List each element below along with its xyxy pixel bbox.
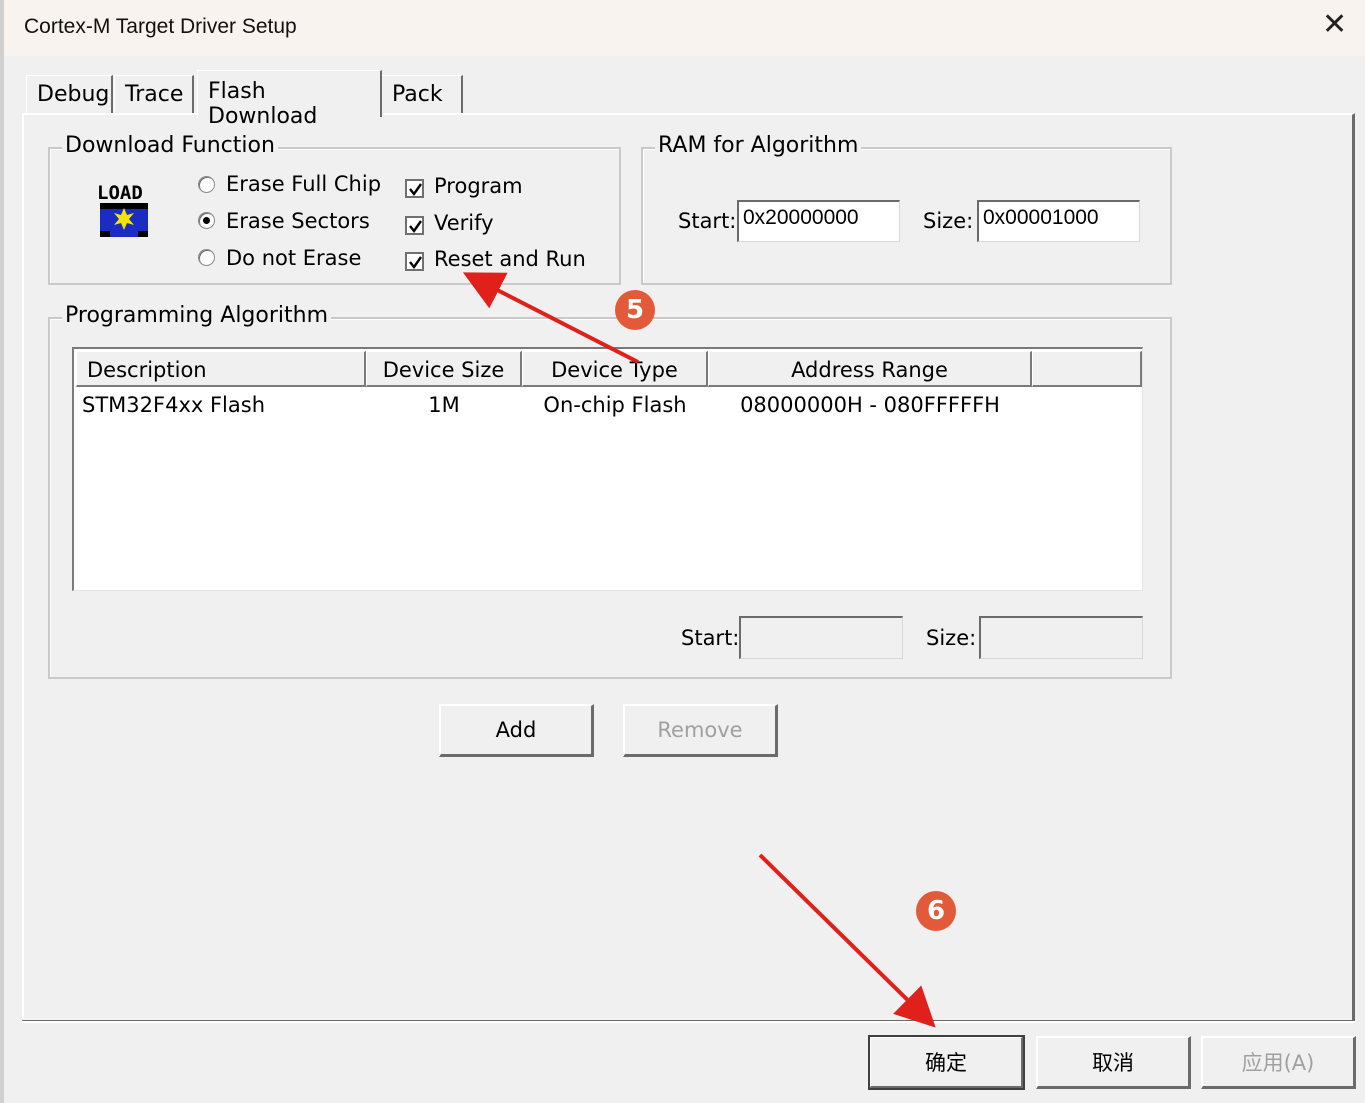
row-address-range: 08000000H - 080FFFFFH: [740, 393, 1000, 417]
radio-selected-dot: [203, 217, 210, 224]
do-not-erase-label[interactable]: Do not Erase: [226, 246, 361, 270]
bottom-separator: [22, 1020, 1355, 1023]
ram-size-input[interactable]: 0x00001000: [977, 200, 1140, 242]
erase-sectors-radio[interactable]: [198, 212, 215, 229]
tab-trace[interactable]: Trace: [114, 75, 194, 115]
checkmark-icon: [409, 183, 422, 197]
add-button[interactable]: Add: [439, 704, 594, 757]
program-label[interactable]: Program: [434, 174, 523, 198]
tab-debug[interactable]: Debug: [26, 75, 113, 115]
algo-start-label: Start:: [681, 626, 740, 650]
load-logo-text: LOAD: [97, 182, 143, 204]
algo-start-input[interactable]: [739, 616, 903, 659]
checkmark-icon: [409, 220, 422, 234]
load-icon: LOAD: [96, 179, 152, 239]
column-header-address-range[interactable]: Address Range: [708, 351, 1032, 387]
window-title: Cortex-M Target Driver Setup: [24, 15, 297, 38]
reset-and-run-checkbox[interactable]: [405, 252, 424, 271]
row-description: STM32F4xx Flash: [82, 393, 266, 417]
verify-label[interactable]: Verify: [434, 211, 494, 235]
ram-start-input[interactable]: 0x20000000: [737, 200, 900, 242]
reset-and-run-label[interactable]: Reset and Run: [434, 247, 586, 271]
tab-pack[interactable]: Pack: [381, 75, 463, 115]
tab-flash-download[interactable]: Flash Download: [197, 70, 382, 129]
row-device-size: 1M: [428, 393, 460, 417]
do-not-erase-radio[interactable]: [198, 249, 215, 266]
step-5-badge: 5: [615, 290, 655, 330]
verify-checkbox[interactable]: [405, 216, 424, 235]
ram-for-algorithm-title: RAM for Algorithm: [655, 133, 862, 158]
algo-size-label: Size:: [926, 626, 977, 650]
download-function-group: Download Function LOAD Erase Full Chip E…: [48, 133, 621, 285]
column-header-device-type[interactable]: Device Type: [522, 351, 708, 387]
cancel-button[interactable]: 取消: [1036, 1036, 1191, 1089]
dialog-window: Cortex-M Target Driver Setup ✕ Debug Tra…: [0, 0, 1365, 1103]
algorithm-list[interactable]: Description Device Size Device Type Addr…: [72, 347, 1143, 591]
ok-button[interactable]: 确定: [868, 1035, 1025, 1090]
erase-full-chip-label[interactable]: Erase Full Chip: [226, 172, 381, 196]
ram-size-label: Size:: [923, 209, 974, 233]
column-header-description[interactable]: Description: [76, 351, 366, 387]
row-device-type: On-chip Flash: [543, 393, 687, 417]
program-checkbox[interactable]: [405, 179, 424, 198]
programming-algorithm-title: Programming Algorithm: [62, 303, 332, 328]
close-icon[interactable]: ✕: [1322, 10, 1347, 40]
algo-size-input[interactable]: [979, 616, 1143, 659]
erase-sectors-label[interactable]: Erase Sectors: [226, 209, 370, 233]
column-header-empty: [1032, 351, 1142, 387]
table-row[interactable]: STM32F4xx Flash 1M On-chip Flash 0800000…: [76, 391, 1142, 427]
ram-start-label: Start:: [678, 209, 737, 233]
erase-full-chip-radio[interactable]: [198, 176, 215, 193]
download-function-title: Download Function: [62, 133, 278, 158]
ram-for-algorithm-group: RAM for Algorithm Start: 0x20000000 Size…: [641, 133, 1172, 285]
step-6-badge: 6: [916, 891, 956, 931]
remove-button[interactable]: Remove: [623, 704, 778, 757]
column-header-device-size[interactable]: Device Size: [366, 351, 522, 387]
title-bar: Cortex-M Target Driver Setup ✕: [4, 0, 1365, 56]
checkmark-icon: [409, 256, 422, 270]
apply-button[interactable]: 应用(A): [1201, 1036, 1356, 1089]
